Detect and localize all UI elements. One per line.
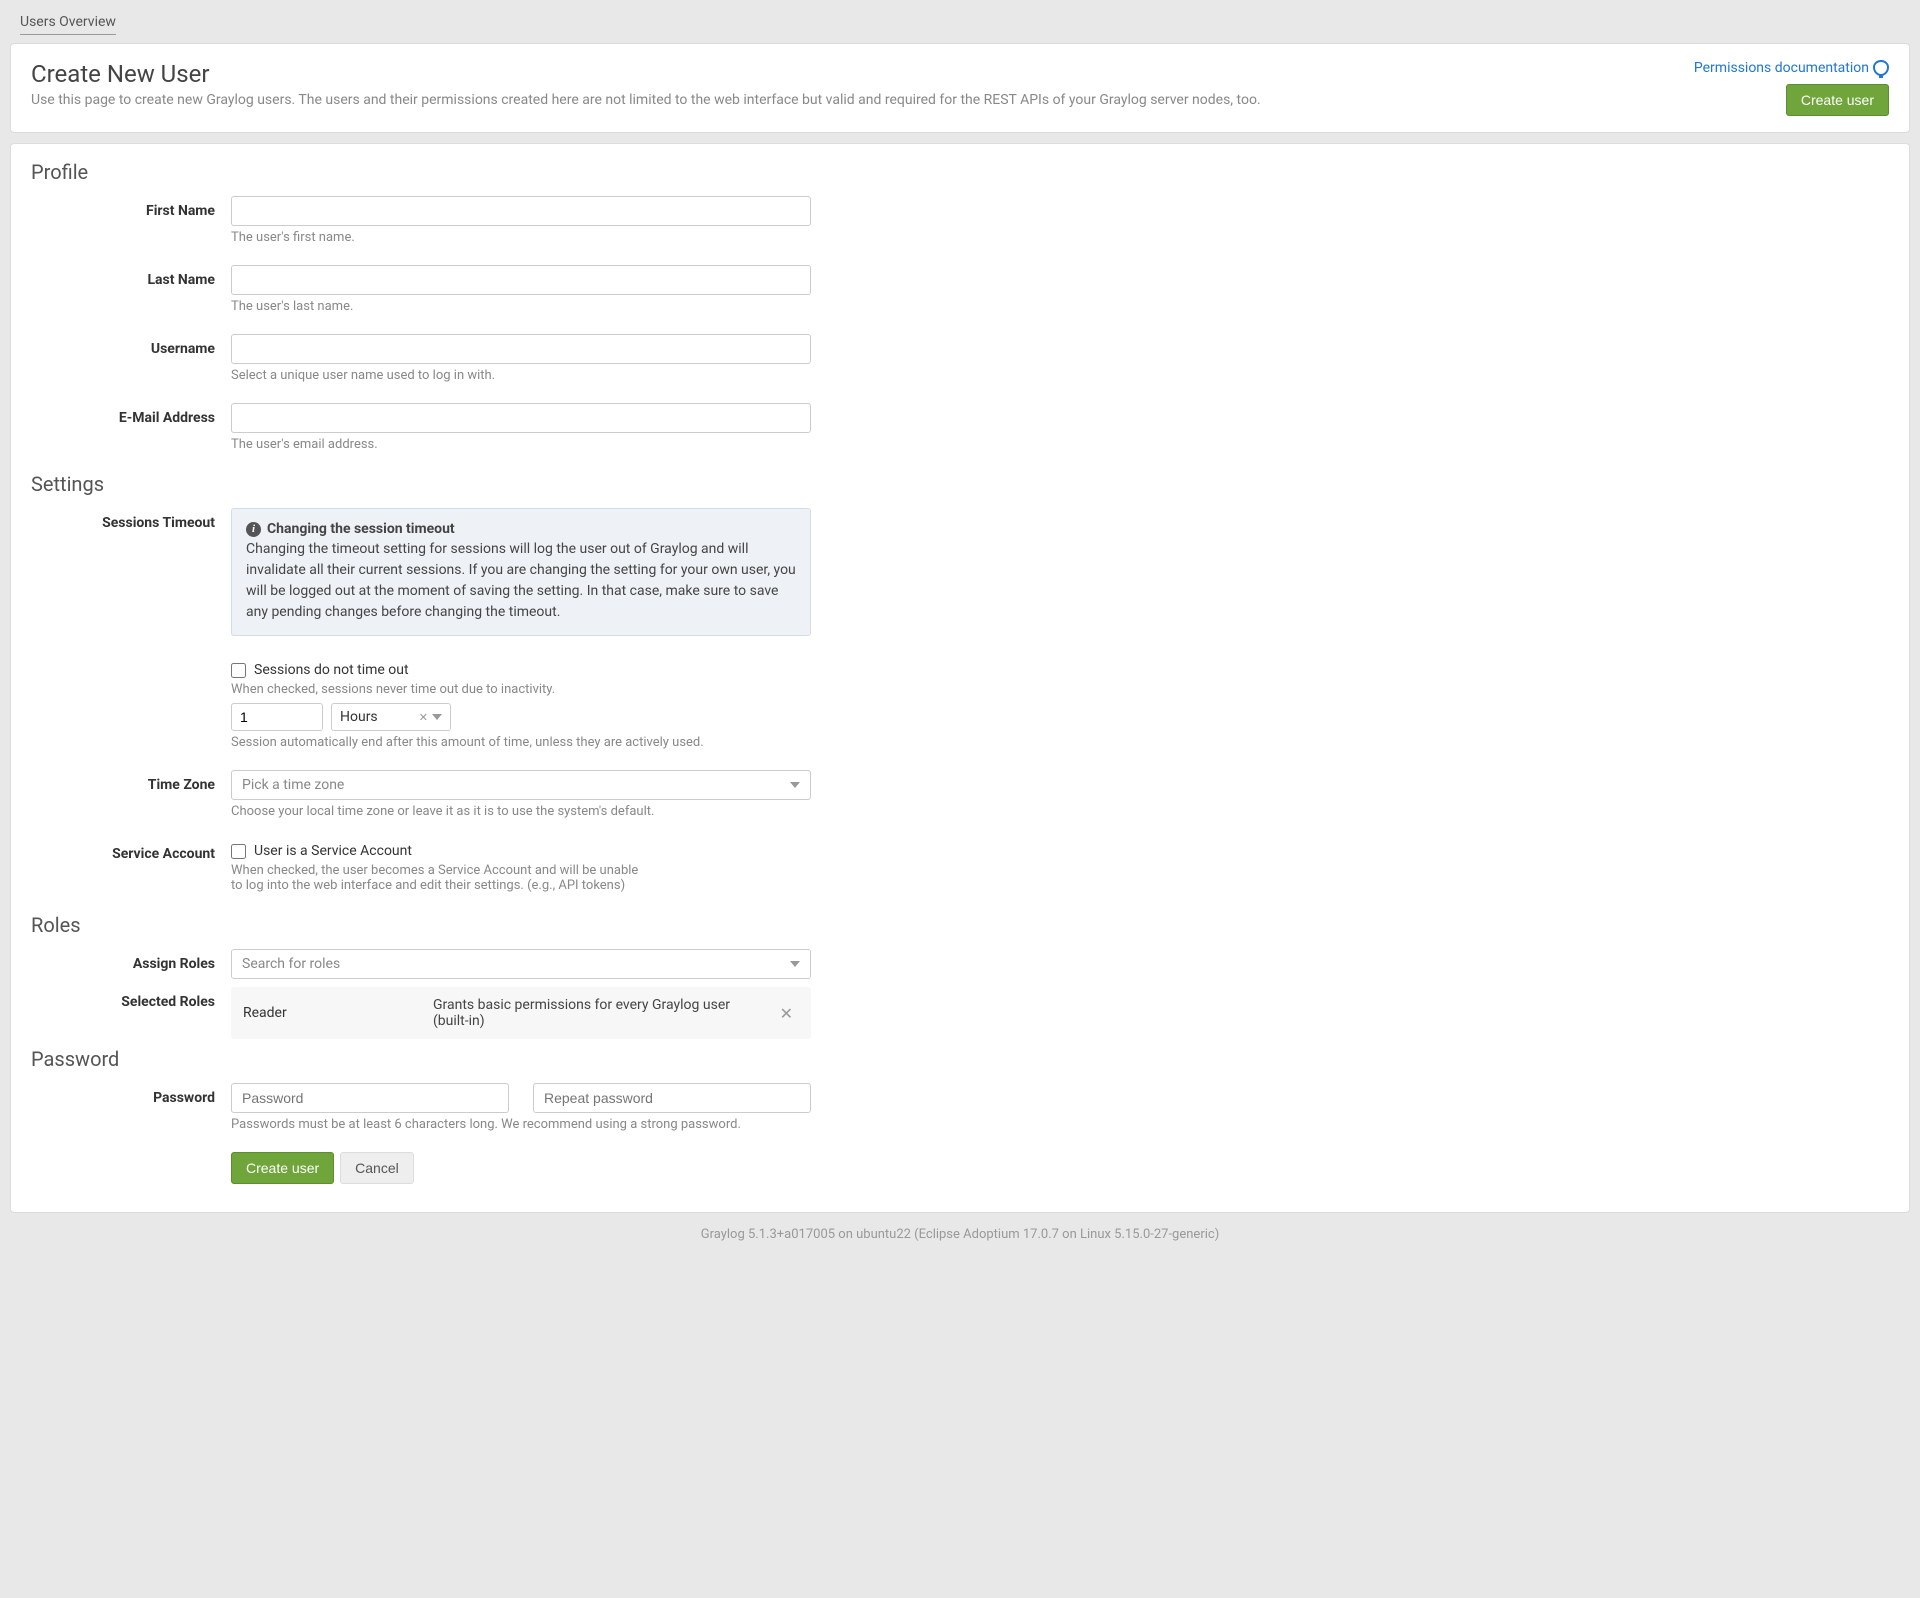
first-name-label: First Name — [31, 196, 231, 257]
timezone-select[interactable]: Pick a time zone — [231, 770, 811, 800]
info-title-text: Changing the session timeout — [267, 521, 455, 537]
username-label: Username — [31, 334, 231, 395]
sessions-no-timeout-checkbox[interactable] — [231, 663, 246, 678]
timezone-placeholder: Pick a time zone — [242, 777, 344, 793]
assign-roles-placeholder: Search for roles — [242, 956, 340, 972]
last-name-help: The user's last name. — [231, 299, 811, 314]
password-help: Passwords must be at least 6 characters … — [231, 1117, 811, 1132]
assign-roles-label: Assign Roles — [31, 949, 231, 979]
email-input[interactable] — [231, 403, 811, 433]
profile-section-title: Profile — [31, 160, 1889, 184]
info-icon: i — [246, 522, 261, 537]
remove-role-button[interactable]: ✕ — [774, 1004, 799, 1023]
sessions-no-timeout-help: When checked, sessions never time out du… — [231, 682, 811, 697]
page-title: Create New User — [31, 60, 1694, 88]
first-name-input[interactable] — [231, 196, 811, 226]
email-help: The user's email address. — [231, 437, 811, 452]
service-account-help: When checked, the user becomes a Service… — [231, 863, 651, 893]
cancel-button[interactable]: Cancel — [340, 1152, 414, 1184]
password-label: Password — [31, 1083, 231, 1144]
service-account-checkbox-label: User is a Service Account — [254, 843, 412, 859]
first-name-help: The user's first name. — [231, 230, 811, 245]
breadcrumb[interactable]: Users Overview — [20, 10, 116, 35]
sessions-timeout-label: Sessions Timeout — [31, 508, 231, 762]
username-input[interactable] — [231, 334, 811, 364]
clear-icon[interactable]: ✕ — [419, 711, 428, 724]
timeout-help: Session automatically end after this amo… — [231, 735, 811, 750]
role-name: Reader — [243, 1005, 413, 1021]
last-name-label: Last Name — [31, 265, 231, 326]
create-user-form: Profile First Name The user's first name… — [10, 143, 1910, 1213]
selected-role-row: Reader Grants basic permissions for ever… — [231, 987, 811, 1039]
timezone-help: Choose your local time zone or leave it … — [231, 804, 811, 819]
username-help: Select a unique user name used to log in… — [231, 368, 811, 383]
selected-roles-label: Selected Roles — [31, 987, 231, 1039]
timeout-unit-value: Hours — [340, 709, 378, 725]
create-user-button[interactable]: Create user — [231, 1152, 334, 1184]
password-input[interactable] — [231, 1083, 509, 1113]
doc-link-label: Permissions documentation — [1694, 60, 1869, 76]
chevron-down-icon — [790, 782, 800, 788]
page-header: Create New User Use this page to create … — [10, 43, 1910, 133]
info-body-text: Changing the timeout setting for session… — [246, 539, 796, 623]
timeout-value-input[interactable] — [231, 703, 323, 731]
role-description: Grants basic permissions for every Grayl… — [433, 997, 754, 1029]
assign-roles-select[interactable]: Search for roles — [231, 949, 811, 979]
settings-section-title: Settings — [31, 472, 1889, 496]
permissions-documentation-link[interactable]: Permissions documentation — [1694, 60, 1889, 76]
create-user-button-top[interactable]: Create user — [1786, 84, 1889, 116]
chevron-down-icon — [432, 714, 442, 720]
chevron-down-icon — [790, 961, 800, 967]
service-account-label: Service Account — [31, 839, 231, 905]
footer-version: Graylog 5.1.3+a017005 on ubuntu22 (Eclip… — [10, 1213, 1910, 1248]
sessions-no-timeout-label: Sessions do not time out — [254, 662, 409, 678]
page-description: Use this page to create new Graylog user… — [31, 92, 1694, 108]
password-section-title: Password — [31, 1047, 1889, 1071]
repeat-password-input[interactable] — [533, 1083, 811, 1113]
session-timeout-info: i Changing the session timeout Changing … — [231, 508, 811, 636]
service-account-checkbox[interactable] — [231, 844, 246, 859]
last-name-input[interactable] — [231, 265, 811, 295]
roles-section-title: Roles — [31, 913, 1889, 937]
lightbulb-icon — [1873, 60, 1889, 76]
timezone-label: Time Zone — [31, 770, 231, 831]
email-label: E-Mail Address — [31, 403, 231, 464]
timeout-unit-select[interactable]: Hours ✕ — [331, 703, 451, 731]
